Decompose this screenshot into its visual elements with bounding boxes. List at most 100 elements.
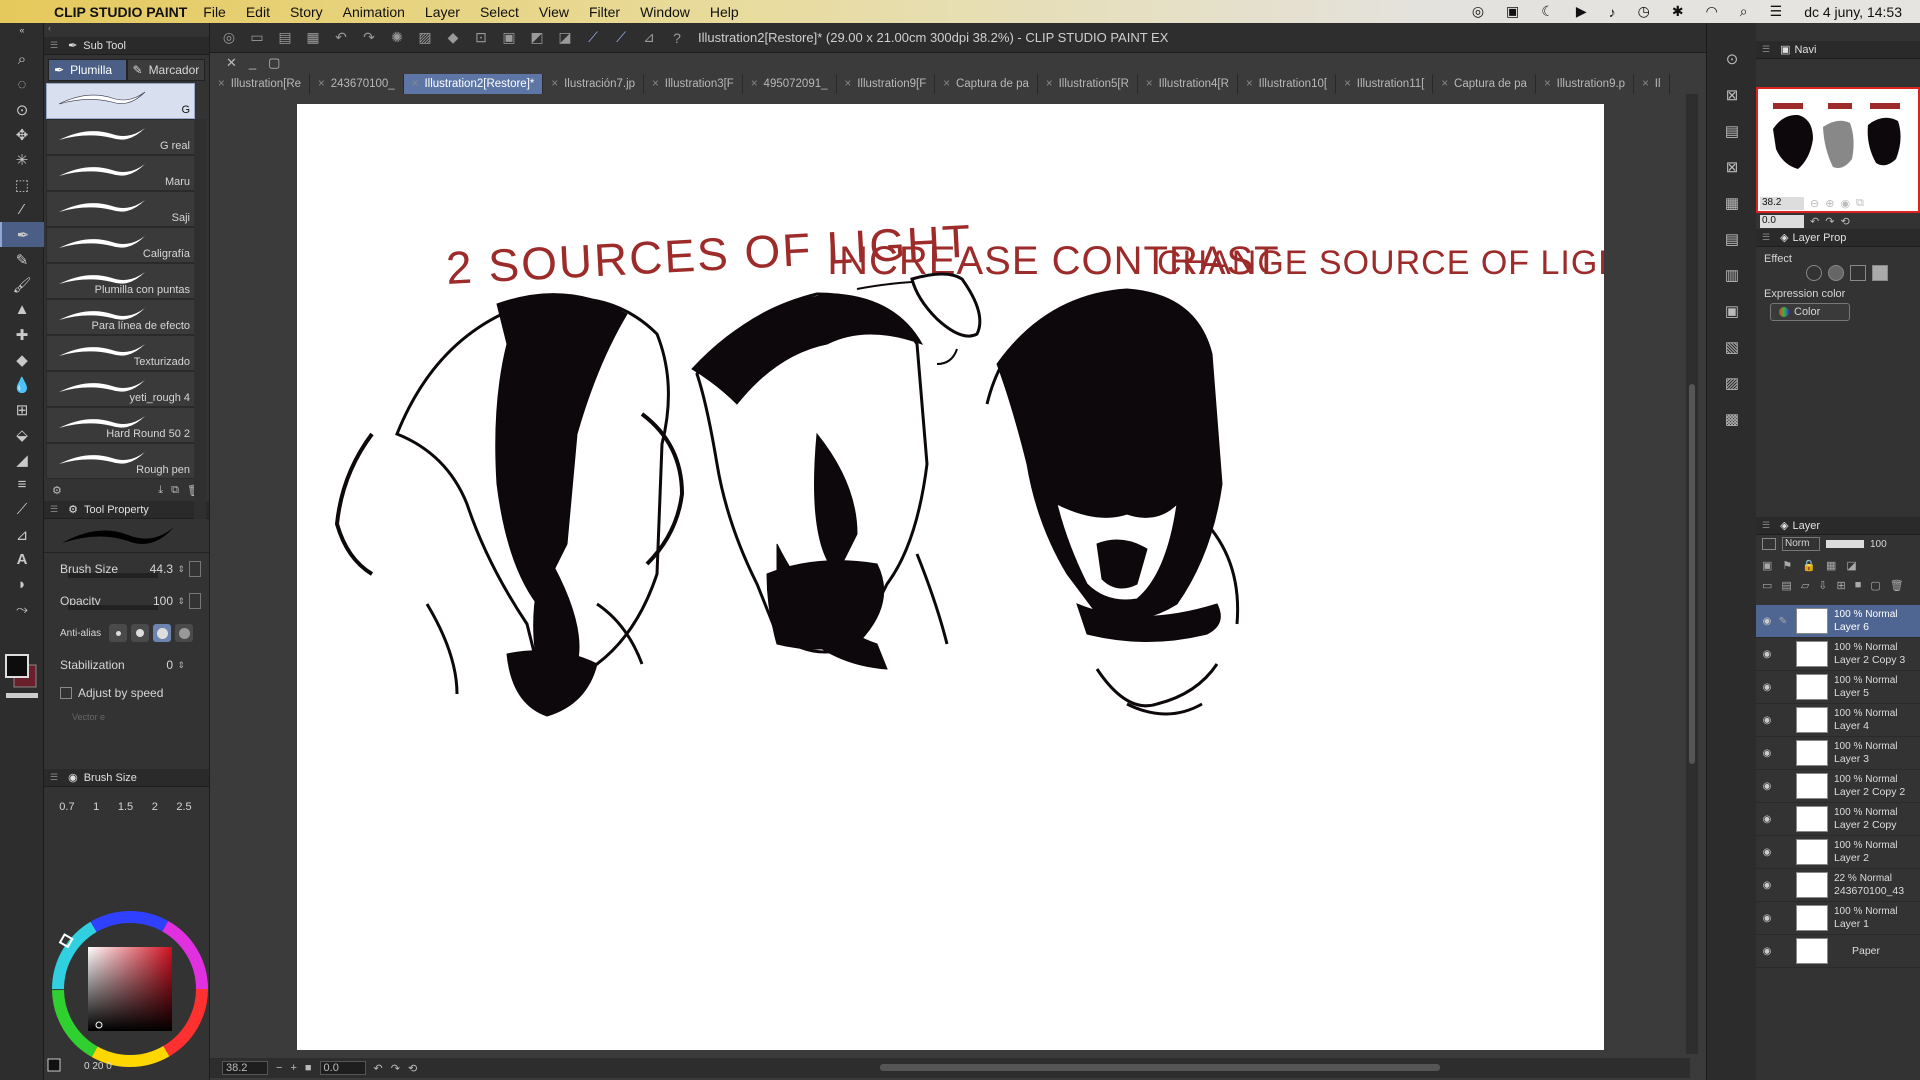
redo-icon[interactable]: ↷ xyxy=(358,29,380,46)
document-tab[interactable]: × Captura de pa xyxy=(935,74,1038,94)
antialias-weak[interactable] xyxy=(131,624,150,642)
document-tab[interactable]: × Illustration10[ xyxy=(1238,74,1337,94)
menu-filter[interactable]: Filter xyxy=(589,4,620,20)
clip-studio-icon[interactable]: ◎ xyxy=(218,29,240,46)
maximize-window-icon[interactable]: ▢ xyxy=(268,55,280,71)
document-tab[interactable]: × Illustration2[Restore]* xyxy=(403,74,544,94)
eye-icon[interactable]: ◉ xyxy=(1760,781,1774,792)
subtool-tab-marcador[interactable]: ✎ Marcador xyxy=(126,59,205,81)
menu-animation[interactable]: Animation xyxy=(343,4,405,20)
snap-special-icon[interactable]: ⟋ xyxy=(610,29,632,46)
eye-icon[interactable]: ◉ xyxy=(1760,880,1774,891)
size-preset[interactable]: 1 xyxy=(93,801,99,813)
layer-opacity-slider[interactable] xyxy=(1826,540,1864,548)
help-icon[interactable]: ? xyxy=(666,30,688,46)
brush-size-row[interactable]: Brush Size 44.3 ⇕ xyxy=(44,553,209,585)
panel-collapse-icon[interactable]: ‹ xyxy=(44,23,209,37)
merge-layer-icon[interactable]: ⊞ xyxy=(1837,579,1846,592)
subtool-settings-icon[interactable]: ⚙ xyxy=(52,484,62,497)
frame-tool-icon[interactable]: ⊞ xyxy=(0,397,44,422)
document-tab[interactable]: × Illustration[Re xyxy=(210,74,311,94)
canvas-horizontal-scrollbar[interactable] xyxy=(880,1064,1440,1071)
layer-row[interactable]: ◉ 100 % Normal Layer 1 xyxy=(1756,902,1920,935)
flip-icon[interactable]: ⧉ xyxy=(1856,197,1864,210)
eye-icon[interactable]: ◉ xyxy=(1760,616,1774,627)
menu-select[interactable]: Select xyxy=(480,4,519,20)
save-icon[interactable]: ▦ xyxy=(302,29,324,46)
cast-icon[interactable]: ◎ xyxy=(1472,3,1484,20)
canvas-vertical-scrollbar[interactable] xyxy=(1686,94,1698,1054)
stabilization-value[interactable]: 0 xyxy=(166,658,173,672)
invert-icon[interactable]: ◪ xyxy=(554,29,576,46)
snap-ruler-icon[interactable]: ⟋ xyxy=(582,29,604,46)
tab-close-icon[interactable]: × xyxy=(1544,78,1551,90)
eye-icon[interactable]: ◉ xyxy=(1760,715,1774,726)
reset-rotation-icon[interactable]: ⟲ xyxy=(1840,215,1849,228)
app-name-menu[interactable]: CLIP STUDIO PAINT xyxy=(54,4,187,20)
copy-subtool-icon[interactable]: ⧉ xyxy=(171,484,179,497)
navigator-icon[interactable]: ⊙ xyxy=(1716,45,1748,73)
zoom-tool-icon[interactable]: ⌕ xyxy=(0,47,44,72)
tab-close-icon[interactable]: × xyxy=(751,78,758,90)
spin-icon[interactable]: ⇕ xyxy=(177,596,185,607)
eye-icon[interactable]: ◉ xyxy=(1760,814,1774,825)
reference-layer-icon[interactable]: ⚑ xyxy=(1782,559,1792,572)
navigator-zoom-field[interactable]: 38.2 xyxy=(1760,196,1804,210)
lock-transparent-icon[interactable]: ▦ xyxy=(1826,559,1836,572)
antialias-strong[interactable] xyxy=(175,624,194,642)
layer-row[interactable]: ◉ 100 % Normal Layer 4 xyxy=(1756,704,1920,737)
grip-icon[interactable]: ☰ xyxy=(1762,232,1770,243)
document-tab[interactable]: × 495072091_ xyxy=(743,74,837,94)
eye-icon[interactable]: ◉ xyxy=(1760,847,1774,858)
opacity-toggle[interactable] xyxy=(189,593,201,609)
clip-icon[interactable]: ◩ xyxy=(526,29,548,46)
navigator-tab[interactable]: Navi xyxy=(1794,44,1816,56)
adjust-by-speed-row[interactable]: Adjust by speed xyxy=(44,681,209,705)
fit-icon[interactable]: ■ xyxy=(305,1062,312,1074)
timeline-icon[interactable]: ▩ xyxy=(1716,405,1748,433)
layer-row[interactable]: ◉ 100 % Normal Layer 2 Copy 2 xyxy=(1756,770,1920,803)
transparent-color-swatch[interactable] xyxy=(6,693,38,698)
tab-close-icon[interactable]: × xyxy=(412,78,419,90)
blend-mode-select[interactable]: Norm xyxy=(1782,537,1820,551)
antialias-none[interactable] xyxy=(109,624,128,642)
angle-field[interactable]: 0.0 xyxy=(319,1061,366,1075)
size-preset[interactable]: 2 xyxy=(152,801,158,813)
brush-item[interactable]: Plumilla con puntas xyxy=(46,263,195,299)
material-icon[interactable]: ⊠ xyxy=(1716,81,1748,109)
document-tab[interactable]: × Illustration9.p xyxy=(1536,74,1635,94)
expression-color-select[interactable]: Color xyxy=(1770,303,1850,321)
lasso-tool-icon[interactable]: ◌ xyxy=(0,72,44,97)
document-tab[interactable]: × Illustration4[R xyxy=(1138,74,1238,94)
brush-list-scrollbar[interactable] xyxy=(194,119,206,519)
document-tab[interactable]: × Ilustración7.jp xyxy=(543,74,645,94)
clear-icon[interactable]: ▨ xyxy=(414,29,436,46)
reset-rotation-icon[interactable]: ⟲ xyxy=(408,1062,417,1075)
hide-selection-icon[interactable]: ▣ xyxy=(498,29,520,46)
bluetooth-icon[interactable]: ✱ xyxy=(1672,3,1684,20)
item-bank-icon[interactable]: ▣ xyxy=(1716,297,1748,325)
selection-tool-icon[interactable]: ⬚ xyxy=(0,172,44,197)
brush-item[interactable]: G xyxy=(46,83,195,119)
new-raster-layer-icon[interactable]: ▭ xyxy=(1762,579,1772,592)
brush-item[interactable]: Caligrafía xyxy=(46,227,195,263)
menu-layer[interactable]: Layer xyxy=(425,4,460,20)
time-machine-icon[interactable]: ◷ xyxy=(1638,3,1650,20)
opacity-value[interactable]: 100 xyxy=(153,594,173,608)
layer-tab[interactable]: Layer xyxy=(1793,520,1821,532)
brush-item[interactable]: Saji xyxy=(46,191,195,227)
grip-icon[interactable]: ☰ xyxy=(1762,44,1770,55)
open-file-icon[interactable]: ▤ xyxy=(274,29,296,46)
figure-tool-icon[interactable]: ≡ xyxy=(0,472,44,497)
brush-item[interactable]: G real xyxy=(46,119,195,155)
zoom-out-icon[interactable]: ⊖ xyxy=(1810,197,1819,210)
tab-close-icon[interactable]: × xyxy=(1642,78,1649,90)
brush-size-value[interactable]: 44.3 xyxy=(150,562,173,576)
ruler-tool-icon[interactable]: ⟋ xyxy=(0,497,44,522)
tab-close-icon[interactable]: × xyxy=(551,78,558,90)
antialias-medium[interactable] xyxy=(153,624,172,642)
spin-icon[interactable]: ⇕ xyxy=(177,660,185,671)
layer-row[interactable]: ◉ 100 % Normal Layer 3 xyxy=(1756,737,1920,770)
tab-close-icon[interactable]: × xyxy=(1441,78,1448,90)
tab-close-icon[interactable]: × xyxy=(1344,78,1351,90)
